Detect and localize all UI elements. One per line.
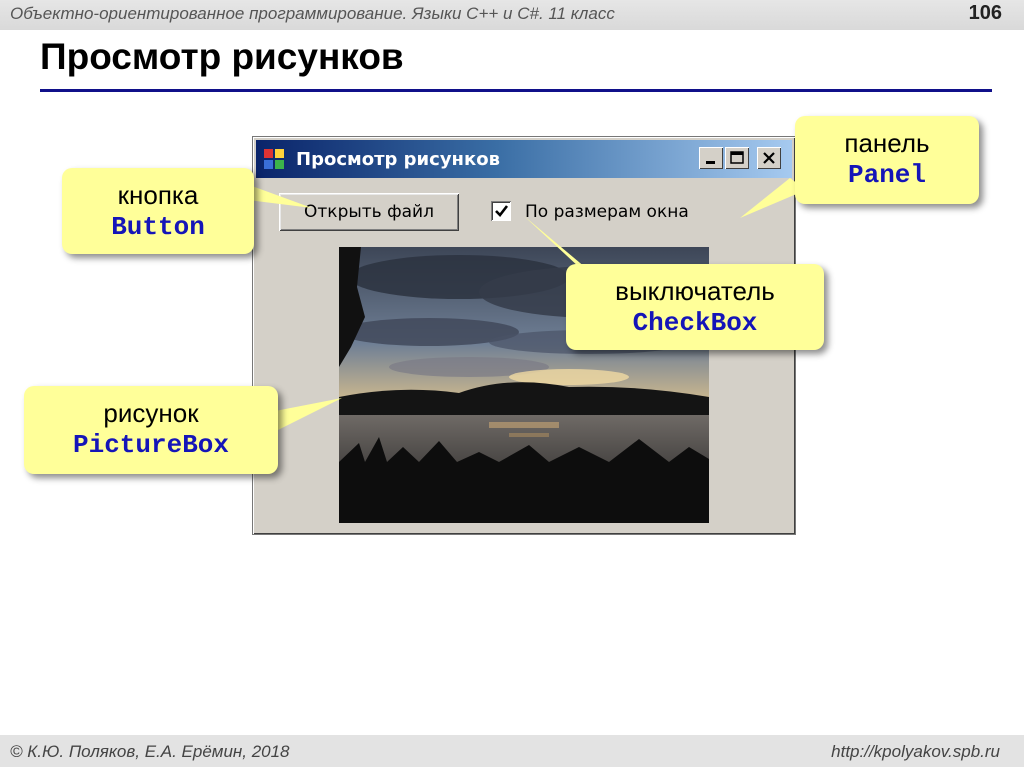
- panel-callout-ru: панель: [844, 128, 930, 158]
- picturebox-callout: рисунок PictureBox: [24, 386, 278, 474]
- footer-url[interactable]: http://kpolyakov.spb.ru: [831, 742, 1000, 762]
- checkbox-callout: выключатель CheckBox: [566, 264, 824, 350]
- picturebox-callout-pointer: [270, 398, 342, 434]
- panel-callout-en: Panel: [847, 160, 926, 190]
- checkbox-callout-ru: выключатель: [615, 276, 775, 306]
- footer-copyright: © К.Ю. Поляков, Е.А. Ерёмин, 2018: [10, 742, 290, 761]
- button-callout-en: Button: [111, 212, 205, 242]
- button-callout-ru: кнопка: [117, 180, 199, 210]
- picturebox-callout-en: PictureBox: [72, 430, 230, 460]
- picturebox-callout-ru: рисунок: [103, 398, 199, 428]
- panel-callout: панель Panel: [795, 116, 979, 204]
- button-callout: кнопка Button: [62, 168, 254, 254]
- checkbox-callout-en: CheckBox: [632, 308, 758, 338]
